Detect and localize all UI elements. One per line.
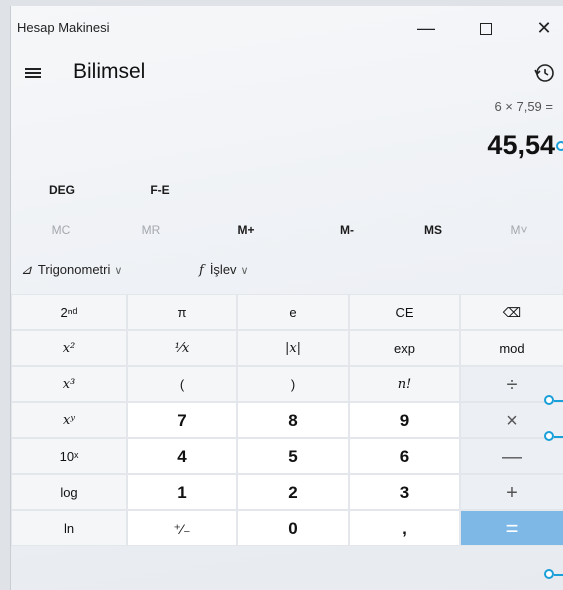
callout-line [554, 436, 563, 438]
exp-button[interactable]: exp [349, 330, 460, 366]
digit-0-button[interactable]: 0 [237, 510, 349, 546]
e-button[interactable]: e [237, 294, 349, 330]
decimal-button[interactable]: , [349, 510, 460, 546]
callout-marker [544, 395, 554, 405]
keypad: 2ⁿᵈ π e CE ⌫ x² ¹⁄x |x| exp mod x³() n! ÷ xʸ 7 8 9 × 10ˣ 4 5… [11, 294, 563, 590]
digit-9-button[interactable]: 9 [349, 402, 460, 438]
function-dropdown[interactable]: f İşlev ∨ [199, 262, 249, 278]
open-paren-button[interactable]: ( [127, 366, 237, 402]
m-plus-button[interactable]: M+ [206, 213, 286, 247]
angle-row: DEG F-E [11, 173, 563, 207]
digit-4-button[interactable]: 4 [127, 438, 237, 474]
expression-display: 6 × 7,59 = [494, 99, 553, 114]
header: Bilimsel [11, 54, 563, 90]
pi-button[interactable]: π [127, 294, 237, 330]
memory-row: MC MR M+ M- MS M˅ [11, 213, 563, 247]
cube-button[interactable]: x³ [11, 366, 127, 402]
backspace-button[interactable]: ⌫ [460, 294, 563, 330]
abs-button[interactable]: |x| [237, 330, 349, 366]
maximize-button[interactable] [466, 14, 506, 42]
trigonometry-dropdown[interactable]: ⊿ Trigonometri ∨ [21, 262, 122, 278]
mc-button[interactable]: MC [21, 213, 101, 247]
reciprocal-button[interactable]: ¹⁄x [127, 330, 237, 366]
mod-button[interactable]: mod [460, 330, 563, 366]
equals-button[interactable]: = [460, 510, 563, 546]
digit-8-button[interactable]: 8 [237, 402, 349, 438]
ln-button[interactable]: ln [11, 510, 127, 546]
menu-icon[interactable] [23, 62, 45, 82]
result-display: 45,54 [487, 130, 555, 160]
callout-marker [544, 431, 554, 441]
function-bar: ⊿ Trigonometri ∨ f İşlev ∨ [11, 256, 563, 286]
callout-line [554, 574, 563, 576]
mr-button[interactable]: MR [111, 213, 191, 247]
square-button[interactable]: x² [11, 330, 127, 366]
digit-3-button[interactable]: 3 [349, 474, 460, 510]
factorial-button[interactable]: n! [349, 366, 460, 402]
chevron-down-icon: ∨ [240, 265, 249, 277]
log-button[interactable]: log [11, 474, 127, 510]
digit-2-button[interactable]: 2 [237, 474, 349, 510]
maximize-icon [480, 23, 492, 36]
minus-button[interactable]: — [460, 438, 563, 474]
title-bar: Hesap Makinesi — ✕ [11, 6, 563, 48]
negate-button[interactable]: ⁺⁄₋ [127, 510, 237, 546]
chevron-down-icon: ∨ [114, 265, 123, 277]
minimize-button[interactable]: — [406, 14, 446, 42]
m-minus-button[interactable]: M- [307, 213, 387, 247]
plus-button[interactable]: + [460, 474, 563, 510]
fe-button[interactable]: F-E [125, 173, 195, 207]
digit-1-button[interactable]: 1 [127, 474, 237, 510]
ten-power-button[interactable]: 10ˣ [11, 438, 127, 474]
ms-button[interactable]: MS [393, 213, 473, 247]
digit-5-button[interactable]: 5 [237, 438, 349, 474]
deg-button[interactable]: DEG [27, 173, 97, 207]
history-icon[interactable] [531, 60, 557, 86]
callout-marker [544, 569, 554, 579]
close-button[interactable]: ✕ [524, 14, 563, 42]
memory-list-button[interactable]: M˅ [479, 213, 559, 247]
power-button[interactable]: xʸ [11, 402, 127, 438]
ce-button[interactable]: CE [349, 294, 460, 330]
second-button[interactable]: 2ⁿᵈ [11, 294, 127, 330]
callout-line [554, 400, 563, 402]
function-icon: f [199, 263, 204, 278]
mode-title: Bilimsel [73, 60, 146, 83]
calculator-window: Hesap Makinesi — ✕ Bilimsel 6 × 7,59 = 4… [10, 6, 563, 590]
close-paren-button[interactable]: ) [237, 366, 349, 402]
digit-7-button[interactable]: 7 [127, 402, 237, 438]
window-title: Hesap Makinesi [17, 20, 110, 35]
digit-6-button[interactable]: 6 [349, 438, 460, 474]
callout-marker [556, 141, 563, 151]
triangle-icon: ⊿ [21, 263, 32, 278]
